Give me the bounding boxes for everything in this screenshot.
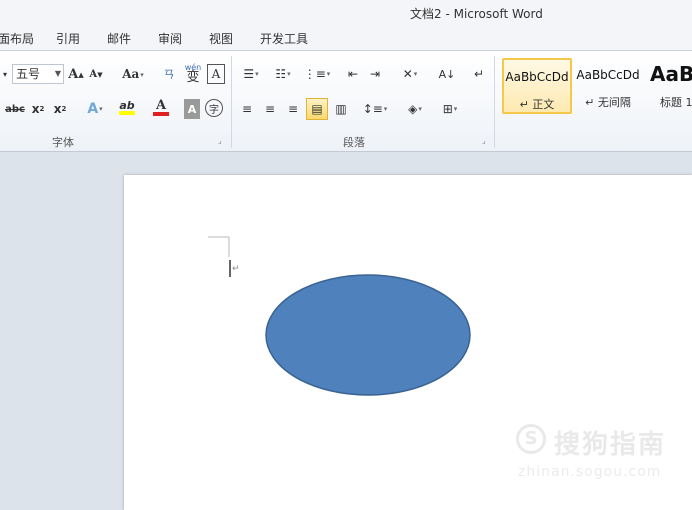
grow-font-icon: A: [68, 66, 79, 82]
multilevel-list-button[interactable]: ⋮≡ ▾: [303, 64, 331, 84]
align-left-icon: ≡: [241, 102, 253, 116]
paragraph-dialog-launcher-icon[interactable]: ⌟: [482, 137, 490, 145]
align-right-icon: ≡: [287, 102, 299, 116]
text-effects-icon: A: [87, 101, 99, 117]
margin-corner-mark: [208, 236, 230, 257]
tab-review[interactable]: 审阅: [158, 30, 182, 47]
group-divider: [494, 56, 495, 148]
bullet-list-icon: ☰: [243, 67, 255, 81]
style-sample: AaBbCcDd: [505, 70, 569, 84]
paint-bucket-icon: ◈: [408, 102, 418, 116]
watermark: S 搜狗指南 zhinan.sogou.com: [516, 420, 686, 490]
char-border-icon: A: [211, 67, 221, 81]
style-sample: AaB: [650, 62, 692, 86]
strikethrough-icon: abc: [5, 103, 25, 115]
paragraph-mark-icon: ↵: [473, 67, 485, 81]
font-color-swatch: [153, 112, 169, 116]
style-name: ↵ 正文: [519, 98, 555, 111]
style-sample: AaBbCcDd: [576, 68, 640, 82]
increase-indent-button[interactable]: ⇥: [366, 64, 384, 84]
shrink-font-icon: A: [89, 68, 98, 80]
multilevel-list-icon: ⋮≡: [303, 67, 326, 81]
justify-icon: ▤: [311, 102, 323, 116]
align-center-button[interactable]: ≡: [261, 99, 279, 119]
align-center-icon: ≡: [264, 102, 276, 116]
shading-button[interactable]: ◈ ▾: [400, 99, 430, 119]
watermark-url: zhinan.sogou.com: [518, 464, 662, 480]
tab-developer[interactable]: 开发工具: [260, 30, 308, 47]
chinese-layout-button[interactable]: ✕ ▾: [396, 64, 424, 84]
justify-button[interactable]: ▤: [306, 98, 328, 120]
strikethrough-button[interactable]: abc: [4, 99, 26, 119]
grow-font-button[interactable]: A ▲: [67, 64, 85, 84]
chinese-layout-icon: ✕: [402, 67, 413, 81]
style-name: 标题 1: [660, 96, 692, 109]
decrease-indent-icon: ⇤: [347, 67, 359, 81]
highlight-color-swatch: [119, 111, 135, 115]
paragraph-group-label: 段落: [343, 136, 365, 149]
superscript-button[interactable]: x2: [52, 99, 68, 119]
show-marks-button[interactable]: ↵: [470, 64, 488, 84]
decrease-indent-button[interactable]: ⇤: [344, 64, 362, 84]
line-spacing-icon: ↕≡: [362, 102, 383, 116]
align-right-button[interactable]: ≡: [284, 99, 302, 119]
ribbon-tab-bar: 面布局 引用 邮件 审阅 视图 开发工具: [0, 26, 692, 51]
clear-format-icon: ㄢ: [163, 68, 175, 81]
change-case-icon: Aa: [122, 67, 140, 81]
clear-format-button[interactable]: ㄢ: [158, 64, 180, 84]
font-size-value: 五号: [16, 67, 41, 81]
sort-icon: A↓: [438, 67, 456, 81]
subscript-button[interactable]: x2: [30, 99, 46, 119]
chevron-down-icon: ▼: [54, 69, 61, 78]
tab-view[interactable]: 视图: [209, 30, 233, 47]
char-shading-button[interactable]: A: [184, 99, 200, 119]
font-group-label: 字体: [52, 136, 74, 149]
sort-button[interactable]: A↓: [436, 64, 458, 84]
distributed-button[interactable]: ▥: [332, 99, 350, 119]
numbering-button[interactable]: ☷ ▾: [270, 64, 296, 84]
increase-indent-icon: ⇥: [369, 67, 381, 81]
font-color-icon: A: [155, 98, 167, 113]
highlight-button[interactable]: ab: [112, 98, 142, 118]
font-name-dropdown-arrow[interactable]: ▾: [0, 64, 10, 84]
font-color-button[interactable]: A: [146, 98, 176, 118]
subscript-icon: x: [31, 102, 40, 116]
group-divider: [231, 56, 232, 148]
shrink-font-button[interactable]: A ▼: [88, 64, 104, 84]
numbered-list-icon: ☷: [275, 67, 287, 81]
enclose-char-button[interactable]: 字: [205, 99, 223, 117]
change-case-button[interactable]: Aa ▾: [118, 64, 148, 84]
highlight-icon: ab: [119, 99, 135, 112]
style-no-spacing[interactable]: AaBbCcDd ↵ 无间隔: [574, 58, 642, 114]
tab-page-layout[interactable]: 面布局: [0, 30, 34, 47]
borders-button[interactable]: ⊞ ▾: [436, 99, 464, 119]
tab-mailings[interactable]: 邮件: [107, 30, 131, 47]
border-grid-icon: ⊞: [442, 102, 453, 116]
ellipse-shape[interactable]: [265, 274, 471, 396]
style-name: ↵ 无间隔: [585, 96, 631, 109]
char-shading-icon: A: [187, 102, 197, 116]
text-effects-button[interactable]: A ▾: [82, 99, 108, 119]
line-spacing-button[interactable]: ↕≡ ▾: [362, 99, 388, 119]
font-dialog-launcher-icon[interactable]: ⌟: [218, 137, 226, 145]
tab-references[interactable]: 引用: [56, 30, 80, 47]
window-title: 文档2 - Microsoft Word: [410, 7, 543, 21]
watermark-text: 搜狗指南: [554, 430, 667, 460]
paragraph-mark-icon: ↵: [232, 264, 240, 274]
style-heading-1[interactable]: AaB 标题 1: [646, 58, 692, 114]
superscript-icon: x: [53, 102, 62, 116]
char-border-button[interactable]: A: [207, 64, 225, 84]
bullets-button[interactable]: ☰ ▾: [238, 64, 264, 84]
style-normal[interactable]: AaBbCcDd ↵ 正文: [502, 58, 572, 114]
align-left-button[interactable]: ≡: [238, 99, 256, 119]
phonetic-guide-icon: 变: [186, 70, 200, 85]
enclose-char-icon: 字: [209, 104, 219, 116]
font-size-combo[interactable]: 五号 ▼: [12, 64, 64, 84]
sogou-logo-icon: S: [516, 424, 546, 454]
distributed-icon: ▥: [335, 102, 347, 116]
title-bar: 文档2 - Microsoft Word: [0, 0, 692, 26]
phonetic-guide-button[interactable]: wén 变: [182, 60, 204, 86]
